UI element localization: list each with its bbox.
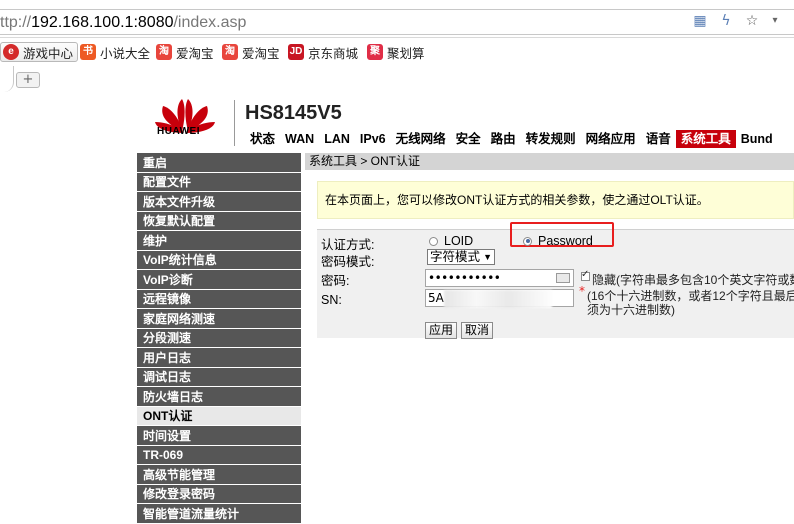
sidebar-item-change-password[interactable]: 修改登录密码 [137, 484, 301, 504]
nav-ipv6[interactable]: IPv6 [355, 130, 391, 148]
nav-wan[interactable]: WAN [280, 130, 319, 148]
radio-loid-dot[interactable] [429, 236, 438, 246]
sn-label: SN: [321, 293, 342, 307]
sidebar-item-segment-speedtest[interactable]: 分段测速 [137, 328, 301, 348]
taobao-icon: 淘 [222, 44, 238, 60]
nav-system-tools[interactable]: 系统工具 [675, 130, 736, 148]
nav-security[interactable]: 安全 [451, 130, 486, 148]
sidebar-item-ont-auth[interactable]: ONT认证 [137, 406, 301, 426]
nav-bundle[interactable]: Bund [736, 130, 778, 148]
top-nav: 状态 WAN LAN IPv6 无线网络 安全 路由 转发规则 网络应用 语音 … [245, 130, 778, 148]
main-content: 系统工具 > ONT认证 在本页面上，您可以修改ONT认证方式的相关参数，使之通… [305, 153, 794, 515]
password-mode-label: 密码模式: [321, 255, 375, 269]
info-banner: 在本页面上，您可以修改ONT认证方式的相关参数，使之通过OLT认证。 [317, 181, 794, 219]
nav-forward-rules[interactable]: 转发规则 [521, 130, 581, 148]
lightning-icon[interactable]: ϟ [718, 13, 734, 29]
sidebar-item-firmware-upgrade[interactable]: 版本文件升级 [137, 192, 301, 212]
sidebar-item-factory-reset[interactable]: 恢复默认配置 [137, 211, 301, 231]
juhuasuan-icon: 聚 [367, 44, 383, 60]
sidebar-item-remote-mirror[interactable]: 远程镜像 [137, 289, 301, 309]
keyboard-icon[interactable] [556, 273, 570, 283]
taobao-icon: 淘 [156, 44, 172, 60]
ont-auth-form: 认证方式: LOID Password 密码模式: 字符模式 ▼ 密码: •••… [317, 222, 794, 339]
radio-loid[interactable]: LOID [429, 234, 473, 248]
nav-network-apps[interactable]: 网络应用 [581, 130, 641, 148]
new-tab-button[interactable]: + [16, 72, 40, 88]
bookmark-taobao-2[interactable]: 淘 爱淘宝 [222, 42, 280, 62]
sidebar-item-firewall-log[interactable]: 防火墙日志 [137, 387, 301, 407]
nav-route[interactable]: 路由 [486, 130, 521, 148]
sidebar-item-voip-stats[interactable]: VoIP统计信息 [137, 250, 301, 270]
sidebar-item-debug-log[interactable]: 调试日志 [137, 367, 301, 387]
sidebar-item-maintenance[interactable]: 维护 [137, 231, 301, 251]
jd-icon: JD [288, 44, 304, 60]
sidebar-item-tr069[interactable]: TR-069 [137, 445, 301, 465]
bookmark-taobao-1[interactable]: 淘 爱淘宝 [156, 42, 214, 62]
bookmark-novel[interactable]: 书 小说大全 [80, 42, 150, 62]
sidebar-item-config-file[interactable]: 配置文件 [137, 172, 301, 192]
router-header: HUAWEI HS8145V5 状态 WAN LAN IPv6 无线网络 安全 … [137, 92, 794, 148]
nav-wireless[interactable]: 无线网络 [391, 130, 451, 148]
novel-icon: 书 [80, 44, 96, 60]
bookmark-jd[interactable]: JD 京东商城 [288, 42, 358, 62]
model-title: HS8145V5 [245, 102, 342, 124]
sidebar: 重启 配置文件 版本文件升级 恢复默认配置 维护 VoIP统计信息 VoIP诊断… [137, 153, 301, 524]
tab-edge [0, 66, 14, 92]
browser-address-bar: ttp://192.168.100.1:8080/index.asp ▦ ϟ ☆… [0, 0, 794, 38]
brand-text: HUAWEI [157, 126, 200, 137]
sidebar-item-user-log[interactable]: 用户日志 [137, 348, 301, 368]
required-star: * [579, 284, 585, 298]
sidebar-item-traffic-stats[interactable]: 智能管道流量统计 [137, 504, 301, 524]
tab-strip: + [0, 66, 794, 92]
huawei-logo-icon [155, 99, 215, 133]
password-label: 密码: [321, 274, 350, 288]
sidebar-item-reboot[interactable]: 重启 [137, 153, 301, 173]
hide-checkbox[interactable] [581, 269, 590, 281]
header-divider [234, 100, 235, 146]
radio-password[interactable]: Password [523, 234, 593, 248]
cancel-button[interactable]: 取消 [461, 322, 494, 339]
nav-lan[interactable]: LAN [319, 130, 355, 148]
sn-hint-line2: 须为十六进制数) [587, 303, 675, 317]
qr-code-icon[interactable]: ▦ [692, 13, 708, 29]
sidebar-item-home-speedtest[interactable]: 家庭网络测速 [137, 309, 301, 329]
password-mode-select[interactable]: 字符模式 ▼ [427, 249, 495, 265]
hide-hint: 隐藏(字符串最多包含10个英文字符或数 [592, 273, 794, 287]
game-center-icon: e [3, 44, 19, 60]
router-page: HUAWEI HS8145V5 状态 WAN LAN IPv6 无线网络 安全 … [137, 92, 794, 524]
bookmark-juhuasuan[interactable]: 聚 聚划算 [367, 42, 425, 62]
dropdown-icon[interactable]: ▾ [770, 13, 780, 29]
bookmarks-bar: e 游戏中心 书 小说大全 淘 爱淘宝 淘 爱淘宝 JD 京东商城 聚 聚划算 [0, 38, 794, 66]
radio-password-dot[interactable] [523, 236, 532, 246]
bookmark-game-center[interactable]: e 游戏中心 [0, 42, 79, 62]
sn-input[interactable]: 5A [425, 289, 574, 308]
nav-status[interactable]: 状态 [245, 130, 280, 148]
url-text[interactable]: ttp://192.168.100.1:8080/index.asp [0, 14, 246, 32]
apply-button[interactable]: 应用 [425, 322, 458, 339]
sidebar-item-voip-diag[interactable]: VoIP诊断 [137, 270, 301, 290]
sidebar-item-power-saving[interactable]: 高级节能管理 [137, 465, 301, 485]
star-icon[interactable]: ☆ [744, 13, 760, 29]
password-input[interactable]: ••••••••••• [425, 269, 574, 287]
url-field[interactable]: ttp://192.168.100.1:8080/index.asp ▦ ϟ ☆… [0, 9, 794, 35]
breadcrumb: 系统工具 > ONT认证 [305, 153, 794, 170]
nav-voice[interactable]: 语音 [641, 130, 676, 148]
chevron-down-icon: ▼ [483, 252, 492, 262]
sidebar-item-time-settings[interactable]: 时间设置 [137, 426, 301, 446]
redacted-blur [444, 290, 552, 308]
